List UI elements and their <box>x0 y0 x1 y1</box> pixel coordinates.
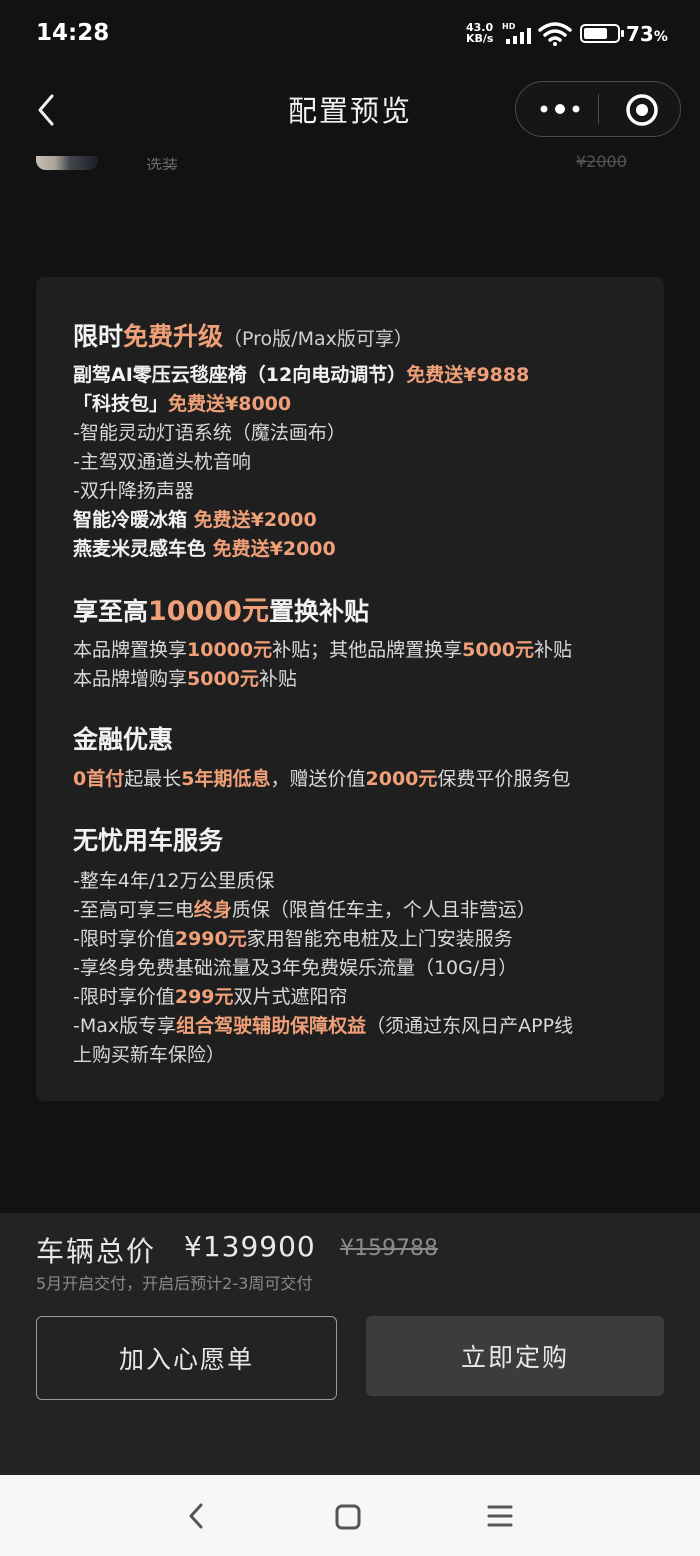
upgrade-title-highlight: 免费升级 <box>123 322 224 351</box>
signal-icon <box>506 28 531 44</box>
trade-in-amount: 5000元 <box>187 668 259 690</box>
status-bar: 14:28 43.0 KB/s HD 73% <box>0 0 700 70</box>
seat-text: 副驾AI零压云毯座椅（12向电动调节） <box>73 364 407 386</box>
service-text: -Max版专享 <box>73 1015 177 1037</box>
tech-item: -主驾双通道头枕音响 <box>73 451 251 473</box>
system-menu-icon[interactable] <box>486 1503 514 1529</box>
finance-highlight: 0首付 <box>73 768 125 790</box>
service-highlight: 299元 <box>174 986 234 1008</box>
trade-in-amount: 5000元 <box>462 639 535 661</box>
trade-in-line-1: 本品牌置换享10000元补贴；其他品牌置换享5000元补贴 <box>73 635 572 662</box>
service-item: -限时享价值299元双片式遮阳帘 <box>73 982 348 1009</box>
total-price-label: 车辆总价 <box>36 1235 157 1268</box>
add-to-wishlist-button[interactable]: 加入心愿单 <box>36 1316 337 1400</box>
service-item: -整车4年/12万公里质保 <box>73 870 275 892</box>
service-title: 无忧用车服务 <box>73 826 224 855</box>
service-item: -限时享价值2990元家用智能充电桩及上门安装服务 <box>73 924 513 951</box>
service-highlight: 组合驾驶辅助保障权益 <box>176 1015 367 1037</box>
finance-line: 0首付起最长5年期低息，赠送价值2000元保费平价服务包 <box>73 764 570 791</box>
finance-highlight: 5年期低息 <box>181 768 271 790</box>
service-item: -Max版专享组合驾驶辅助保障权益（须通过东风日产APP线 <box>73 1011 573 1038</box>
tech-pack-text: 「科技包」 <box>73 393 169 415</box>
wifi-icon <box>538 22 572 46</box>
service-item: 上购买新车保险） <box>73 1044 226 1066</box>
service-text: -限时享价值 <box>73 928 175 950</box>
total-price: ¥139900 <box>184 1230 316 1263</box>
order-now-button[interactable]: 立即定购 <box>366 1316 664 1396</box>
original-price: ¥159788 <box>340 1236 438 1261</box>
service-item: -至高可享三电终身质保（限首任车主，个人且非营运） <box>73 895 536 922</box>
option-label: 选装 <box>146 156 179 170</box>
trade-in-text: 补贴；其他品牌置换享 <box>272 639 463 661</box>
battery-value: 73 <box>626 22 654 46</box>
system-home-icon[interactable] <box>334 1503 362 1531</box>
service-highlight: 终身 <box>193 899 232 921</box>
finance-text: 保费平价服务包 <box>437 768 571 790</box>
service-text: 双片式遮阳帘 <box>233 986 348 1008</box>
trade-in-text: 补贴 <box>534 639 573 661</box>
option-thumbnail <box>36 156 98 170</box>
fridge-line: 智能冷暖冰箱 免费送¥2000 <box>73 505 317 532</box>
finance-text: ，赠送价值 <box>270 768 366 790</box>
service-text: 质保（限首任车主，个人且非营运） <box>231 899 536 921</box>
trade-in-title-highlight: 10000元 <box>148 596 269 627</box>
option-price: ¥2000 <box>576 152 627 170</box>
finance-highlight: 2000元 <box>365 768 438 790</box>
status-time: 14:28 <box>36 20 110 46</box>
upgrade-title: 限时免费升级（Pro版/Max版可享） <box>73 317 413 353</box>
tech-item: -双升降扬声器 <box>73 480 194 502</box>
battery-cap <box>621 30 624 37</box>
close-target-icon[interactable] <box>625 93 659 127</box>
color-line: 燕麦米灵感车色 免费送¥2000 <box>73 534 336 561</box>
service-item: -享终身免费基础流量及3年免费娱乐流量（10G/月） <box>73 957 518 979</box>
system-back-icon[interactable] <box>182 1500 210 1532</box>
delivery-info: 5月开启交付，开启后预计2-3周可交付 <box>36 1274 313 1293</box>
seat-gift: 免费送¥9888 <box>406 364 530 386</box>
trade-in-text: 本品牌置换享 <box>73 639 188 661</box>
system-nav-bar <box>0 1475 700 1556</box>
battery-unit: % <box>653 29 668 45</box>
trade-in-title: 享至高10000元置换补贴 <box>73 589 369 628</box>
trade-in-text: 本品牌增购享 <box>73 668 188 690</box>
capsule-divider <box>598 94 599 124</box>
fridge-gift: 免费送¥2000 <box>193 509 317 531</box>
service-text: -至高可享三电 <box>73 899 194 921</box>
upgrade-title-note: （Pro版/Max版可享） <box>223 328 413 350</box>
upgrade-title-prefix: 限时 <box>73 322 124 351</box>
tech-pack-gift: 免费送¥8000 <box>168 393 292 415</box>
color-text: 燕麦米灵感车色 <box>73 538 207 560</box>
battery-fill <box>584 28 608 39</box>
service-text: （须通过东风日产APP线 <box>366 1015 574 1037</box>
service-highlight: 2990元 <box>174 928 247 950</box>
trade-in-title-suffix: 置换补贴 <box>268 597 369 626</box>
more-icon[interactable] <box>538 100 582 118</box>
trade-in-amount: 10000元 <box>187 639 273 661</box>
service-text: 家用智能充电桩及上门安装服务 <box>246 928 513 950</box>
finance-text: 起最长 <box>124 768 182 790</box>
seat-line: 副驾AI零压云毯座椅（12向电动调节）免费送¥9888 <box>73 360 529 387</box>
tech-item: -智能灵动灯语系统（魔法画布） <box>73 422 346 444</box>
network-speed-unit: KB/s <box>466 32 494 45</box>
network-speed: 43.0 KB/s <box>466 22 493 44</box>
battery-icon <box>580 24 620 43</box>
color-gift: 免费送¥2000 <box>212 538 336 560</box>
promotion-card: 限时免费升级（Pro版/Max版可享） 副驾AI零压云毯座椅（12向电动调节）免… <box>36 277 664 1101</box>
mini-program-capsule <box>515 81 681 137</box>
battery-percent: 73% <box>626 22 668 46</box>
fridge-text: 智能冷暖冰箱 <box>73 509 188 531</box>
trade-in-text: 补贴 <box>258 668 297 690</box>
tech-pack-line: 「科技包」免费送¥8000 <box>73 389 291 416</box>
finance-title: 金融优惠 <box>73 725 174 754</box>
trade-in-line-2: 本品牌增购享5000元补贴 <box>73 664 297 691</box>
service-text: -限时享价值 <box>73 986 175 1008</box>
trade-in-title-prefix: 享至高 <box>73 597 149 626</box>
